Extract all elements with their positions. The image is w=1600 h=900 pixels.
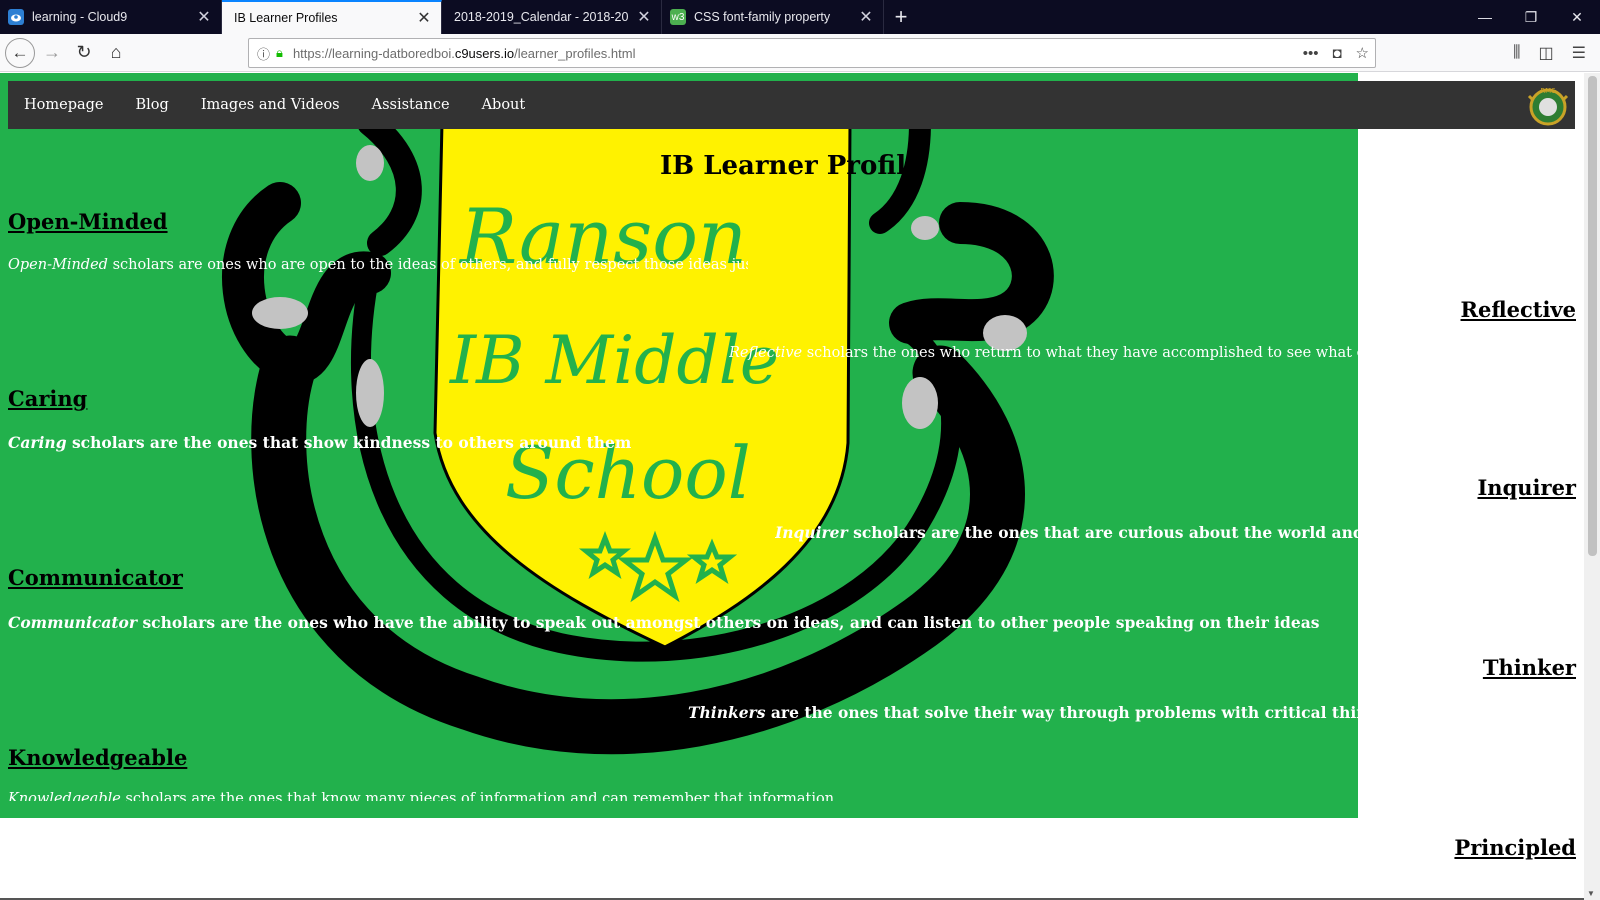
nav-images-videos-link[interactable]: Images and Videos (185, 81, 356, 129)
desc-inquirer: Inquirer scholars are the ones that are … (775, 523, 1358, 542)
bookmark-star-icon[interactable]: ☆ (1356, 44, 1369, 62)
tab-ib-learner-profiles[interactable]: IB Learner Profiles ✕ (222, 0, 442, 34)
forward-button[interactable]: → (37, 38, 67, 68)
nav-assistance-link[interactable]: Assistance (356, 81, 466, 129)
scroll-down-arrow-icon[interactable]: ▼ (1587, 889, 1595, 898)
school-logo-icon[interactable]: RMS (1527, 84, 1569, 126)
reload-button[interactable]: ↻ (69, 38, 99, 68)
tab-label: learning - Cloud9 (32, 10, 128, 24)
w3schools-icon: w3 (670, 9, 686, 25)
tab-strip: learning - Cloud9 ✕ IB Learner Profiles … (0, 0, 1600, 34)
tab-label: CSS font-family property (694, 10, 831, 24)
cloud9-icon (8, 9, 24, 25)
heading-communicator: Communicator (8, 565, 183, 590)
heading-inquirer: Inquirer (1477, 475, 1576, 500)
vertical-scrollbar[interactable]: ▲ ▼ (1584, 73, 1600, 900)
menu-icon[interactable]: ☰ (1572, 43, 1586, 63)
heading-caring: Caring (8, 386, 88, 411)
restore-button[interactable]: ❐ (1508, 0, 1554, 34)
desc-knowledgeable: Knowledgeable scholars are the ones that… (8, 791, 835, 801)
page-actions-icon[interactable]: ••• (1303, 45, 1319, 62)
navigation-toolbar: ← → ↻ ⌂ ⓘ 🔒︎ https://learning-datboredbo… (0, 34, 1600, 72)
home-button[interactable]: ⌂ (101, 38, 131, 68)
scrollbar-thumb[interactable] (1588, 76, 1597, 556)
page-title: IB Learner Profile (660, 151, 923, 181)
minimize-button[interactable]: ― (1462, 0, 1508, 34)
tab-css-font-family[interactable]: w3 CSS font-family property ✕ (662, 0, 884, 34)
url-bar[interactable]: ⓘ 🔒︎ https://learning-datboredboi.c9user… (248, 38, 1376, 68)
tab-cloud9[interactable]: learning - Cloud9 ✕ (0, 0, 222, 34)
pocket-icon[interactable]: ◘ (1332, 45, 1341, 62)
nav-homepage-link[interactable]: Homepage (8, 81, 120, 129)
close-tab-icon[interactable]: ✕ (197, 7, 211, 27)
desc-communicator: Communicator scholars are the ones who h… (8, 613, 1320, 632)
close-window-button[interactable]: ✕ (1554, 0, 1600, 34)
close-tab-icon[interactable]: ✕ (417, 8, 431, 28)
sidebar-icon[interactable]: ◫ (1539, 43, 1554, 63)
back-button[interactable]: ← (5, 37, 35, 68)
logo-text: RMS (1540, 87, 1556, 95)
tab-label: IB Learner Profiles (234, 11, 338, 25)
new-tab-button[interactable]: + (884, 0, 918, 34)
info-icon[interactable]: ⓘ (257, 44, 270, 63)
tab-label: 2018-2019_Calendar - 2018-2019 Ac (454, 10, 629, 24)
desc-thinker: Thinkers are the ones that solve their w… (688, 703, 1358, 722)
close-tab-icon[interactable]: ✕ (859, 7, 873, 27)
heading-open-minded: Open-Minded (8, 209, 168, 234)
close-tab-icon[interactable]: ✕ (637, 7, 651, 27)
heading-thinker: Thinker (1482, 655, 1576, 680)
tab-calendar[interactable]: 2018-2019_Calendar - 2018-2019 Ac ✕ (442, 0, 662, 34)
web-page: Ranson IB Middle School Homepage Blog Im… (0, 73, 1584, 900)
heading-principled: Principled (1454, 835, 1576, 860)
desc-reflective: Reflective scholars the ones who return … (729, 345, 1358, 361)
heading-reflective: Reflective (1460, 297, 1576, 322)
lock-icon: 🔒︎ (276, 45, 283, 60)
heading-knowledgeable: Knowledgeable (8, 745, 188, 770)
desc-caring: Caring scholars are the ones that show k… (8, 433, 632, 452)
ranson-crest-image: Ranson IB Middle School (222, 123, 1054, 755)
library-icon[interactable]: ⫼ (1513, 44, 1520, 62)
nav-blog-link[interactable]: Blog (120, 81, 185, 129)
nav-about-link[interactable]: About (466, 81, 542, 129)
site-nav-bar: Homepage Blog Images and Videos Assistan… (8, 81, 1575, 129)
url-text[interactable]: https://learning-datboredboi.c9users.io/… (293, 46, 636, 61)
desc-open-minded: Open-Minded scholars are ones who are op… (8, 257, 748, 273)
